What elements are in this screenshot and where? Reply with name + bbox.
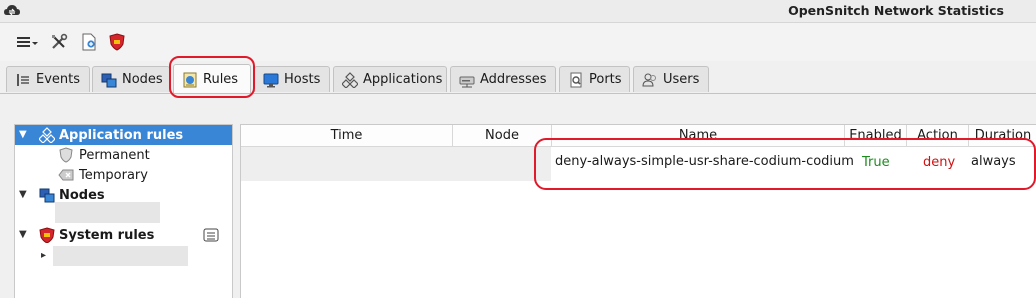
firewall-button[interactable]	[106, 31, 128, 53]
tab-applications[interactable]: Applications	[333, 66, 447, 92]
menu-button[interactable]	[14, 31, 40, 53]
nodes-icon	[101, 73, 117, 87]
tab-label: Events	[36, 72, 81, 87]
system-rule-placeholder	[53, 246, 188, 266]
title-bar: OpenSnitch Network Statistics	[0, 0, 1036, 23]
collapse-arrow-icon[interactable]: ▼	[19, 229, 29, 240]
tree-item-system-rules[interactable]: ▼ System rules	[15, 225, 232, 245]
hamburger-menu-icon	[17, 37, 38, 47]
rule-row-highlight	[534, 138, 1036, 190]
ports-icon	[570, 72, 582, 87]
tab-nodes[interactable]: Nodes	[92, 66, 170, 92]
collapse-arrow-icon[interactable]: ▼	[19, 129, 29, 140]
tree-item-permanent[interactable]: Permanent	[15, 145, 232, 165]
tree-item-application-rules[interactable]: ▼ Application rules	[15, 125, 232, 145]
tab-ports[interactable]: Ports	[559, 66, 630, 92]
monitor-icon	[263, 73, 279, 87]
applications-icon	[39, 127, 55, 143]
collapse-arrow-icon[interactable]: ▼	[19, 189, 29, 200]
tab-users[interactable]: Users	[633, 66, 709, 92]
tab-label: Ports	[589, 72, 622, 87]
applications-icon	[342, 71, 358, 88]
preferences-button[interactable]	[48, 31, 70, 53]
tab-label: Users	[663, 72, 700, 87]
firewall-shield-icon	[109, 33, 125, 51]
clear-tag-icon	[58, 169, 74, 181]
table-view-icon[interactable]	[203, 227, 219, 243]
tools-icon	[52, 33, 68, 49]
rules-tab-highlight	[169, 56, 255, 98]
tab-hosts[interactable]: Hosts	[254, 66, 330, 92]
tab-divider	[0, 93, 1036, 94]
tree-item-temporary[interactable]: Temporary	[15, 165, 232, 185]
toolbar	[0, 23, 1036, 61]
tree-label: Application rules	[59, 127, 184, 143]
tab-events[interactable]: Events	[6, 66, 90, 92]
tab-label: Nodes	[122, 72, 163, 87]
new-document-icon	[82, 33, 96, 51]
firewall-shield-icon	[39, 227, 55, 243]
shield-icon	[59, 147, 73, 163]
rules-tree: ▼ Application rules Permanent Temporary …	[14, 124, 233, 298]
window-title: OpenSnitch Network Statistics	[788, 3, 1004, 18]
node-placeholder	[55, 202, 160, 223]
new-rule-button[interactable]	[78, 31, 100, 53]
nodes-icon	[39, 188, 55, 203]
tree-label: Temporary	[79, 167, 148, 183]
tree-label: Permanent	[79, 147, 150, 163]
tab-label: Hosts	[284, 72, 321, 87]
tab-label: Applications	[363, 72, 443, 87]
tree-label: System rules	[59, 227, 155, 243]
tab-addresses[interactable]: Addresses	[450, 66, 556, 92]
users-icon	[642, 73, 656, 86]
tab-label: Addresses	[480, 72, 547, 87]
tree-label: Nodes	[59, 187, 105, 203]
column-header-time[interactable]: Time	[241, 125, 453, 147]
events-icon	[17, 73, 29, 86]
network-drive-icon	[459, 76, 475, 87]
expand-arrow-icon[interactable]: ▸	[41, 250, 51, 261]
opensnitch-logo-icon	[4, 5, 20, 16]
table-row[interactable]	[241, 147, 551, 181]
tab-bar: Events Nodes Rules Hosts Applications Ad…	[0, 64, 1036, 94]
